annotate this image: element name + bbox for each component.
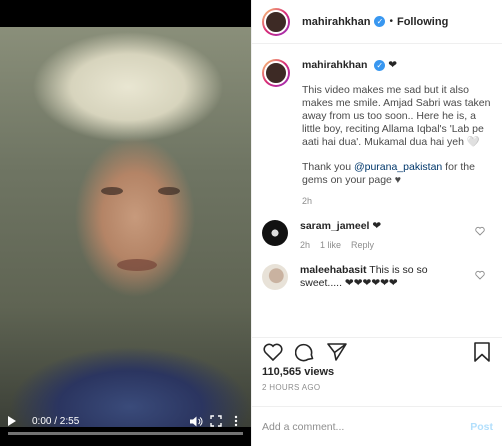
play-icon[interactable] <box>8 416 16 426</box>
post-panel: mahirahkhan ✓ • Following mahirahkhan ✓ … <box>251 0 502 446</box>
caption-time: 2h <box>302 196 313 206</box>
avatar[interactable] <box>262 59 290 87</box>
like-comment-icon[interactable] <box>475 226 485 236</box>
more-options-icon[interactable] <box>229 415 243 427</box>
following-button[interactable]: Following <box>397 16 448 28</box>
comments-list[interactable]: mahirahkhan ✓ ❤ This video makes me sad … <box>252 45 502 335</box>
separator-dot: • <box>389 16 393 27</box>
like-comment-icon[interactable] <box>475 270 485 280</box>
post-button[interactable]: Post <box>470 421 493 433</box>
video-detail <box>101 187 123 195</box>
header-username[interactable]: mahirahkhan <box>302 16 370 28</box>
caption-username[interactable]: mahirahkhan <box>302 59 367 71</box>
comment-username[interactable]: maleehabasit <box>300 264 367 276</box>
add-comment-bar: Add a comment... Post <box>252 406 502 446</box>
bookmark-icon[interactable] <box>471 341 493 363</box>
comment-username[interactable]: saram_jameel <box>300 220 369 232</box>
comment-item: saram_jameel ❤ 2h 1 like Reply <box>262 220 493 252</box>
reply-button[interactable]: Reply <box>351 239 374 252</box>
avatar[interactable] <box>262 7 290 36</box>
video-detail <box>158 187 180 195</box>
video-time: 0:00 / 2:55 <box>32 415 80 427</box>
video-detail <box>117 259 157 271</box>
post-header: mahirahkhan ✓ • Following <box>252 0 502 44</box>
video-progress-bar[interactable] <box>8 432 243 435</box>
action-bar <box>252 337 502 365</box>
add-comment-input[interactable]: Add a comment... <box>262 421 470 433</box>
caption-thanks: Thank you @purana_pakistan for the gems … <box>302 161 492 187</box>
video-controls: 0:00 / 2:55 <box>0 410 251 432</box>
verified-icon: ✓ <box>374 16 386 27</box>
comment-text: ❤ <box>372 220 382 232</box>
mention-link[interactable]: @purana_pakistan <box>354 161 442 173</box>
avatar[interactable] <box>262 220 288 246</box>
video-frame[interactable] <box>0 27 251 427</box>
comment-time: 2h <box>300 240 311 250</box>
post-timestamp: 2 HOURS AGO <box>262 383 321 392</box>
like-icon[interactable] <box>262 341 284 363</box>
volume-icon[interactable] <box>189 415 203 427</box>
caption-suffix: ❤ <box>388 59 398 71</box>
verified-icon: ✓ <box>374 59 386 71</box>
fullscreen-icon[interactable] <box>209 415 223 427</box>
comment-icon[interactable] <box>294 341 316 363</box>
caption-thanks-pre: Thank you <box>302 161 354 173</box>
views-count[interactable]: 110,565 views <box>262 366 334 378</box>
caption-text: This video makes me sad but it also make… <box>302 84 491 148</box>
share-icon[interactable] <box>326 341 348 363</box>
avatar[interactable] <box>262 264 288 290</box>
comment-likes[interactable]: 1 like <box>320 239 341 252</box>
comment-item: maleehabasit This is so so sweet..... ❤❤… <box>262 264 493 290</box>
caption: mahirahkhan ✓ ❤ This video makes me sad … <box>262 59 493 208</box>
video-player[interactable]: 0:00 / 2:55 <box>0 0 251 446</box>
